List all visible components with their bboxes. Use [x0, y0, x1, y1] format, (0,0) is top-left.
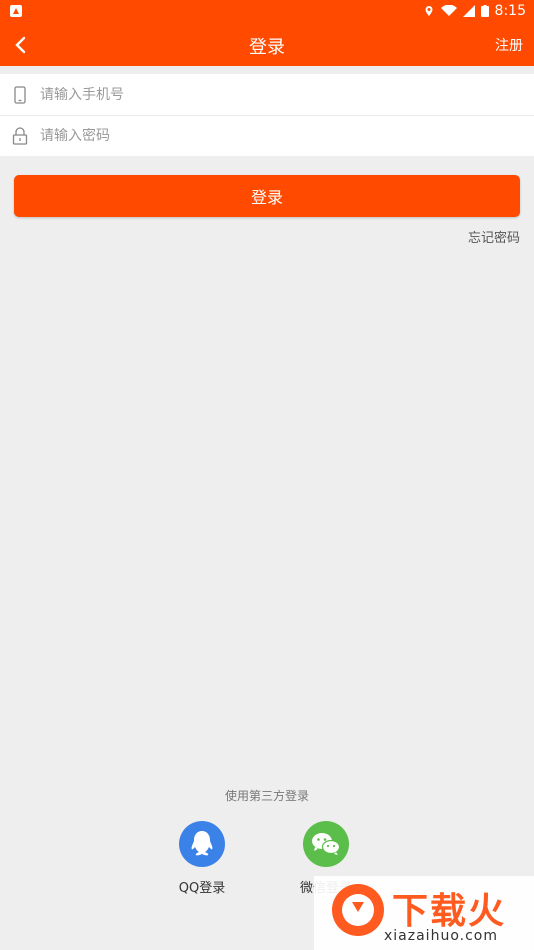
- password-input[interactable]: [40, 128, 500, 144]
- watermark-logo-icon: [332, 884, 384, 936]
- third-party-login-label: 使用第三方登录: [224, 789, 309, 803]
- watermark: 下载火 xiazaihuo.com: [314, 876, 534, 950]
- app-bar: 登录 注册: [0, 24, 534, 66]
- lock-icon: [0, 116, 40, 157]
- qq-login-label: QQ登录: [178, 881, 226, 896]
- signal-icon: [462, 5, 475, 17]
- status-time: 8:15: [494, 3, 526, 19]
- status-icons: 8:15: [423, 3, 526, 19]
- register-button[interactable]: 注册: [495, 35, 523, 55]
- forgot-password-link[interactable]: 忘记密码: [468, 227, 520, 246]
- status-bar: 8:15: [0, 0, 534, 24]
- phone-input[interactable]: [40, 86, 500, 103]
- location-icon: [425, 6, 433, 16]
- watermark-domain: xiazaihuo.com: [384, 928, 498, 944]
- wifi-icon: [440, 5, 457, 16]
- watermark-brand: 下载火: [392, 891, 507, 932]
- phone-icon: [0, 74, 40, 115]
- battery-icon: [480, 5, 489, 17]
- page-title: 登录: [249, 37, 285, 58]
- password-row: [0, 115, 534, 156]
- qq-icon[interactable]: [179, 821, 225, 867]
- qq-login-button[interactable]: QQ登录: [157, 821, 247, 896]
- app-notification-icon: [10, 5, 22, 17]
- login-button[interactable]: 登录: [14, 175, 520, 217]
- login-form: [0, 74, 534, 156]
- wechat-icon[interactable]: [303, 821, 349, 867]
- phone-row: [0, 74, 534, 115]
